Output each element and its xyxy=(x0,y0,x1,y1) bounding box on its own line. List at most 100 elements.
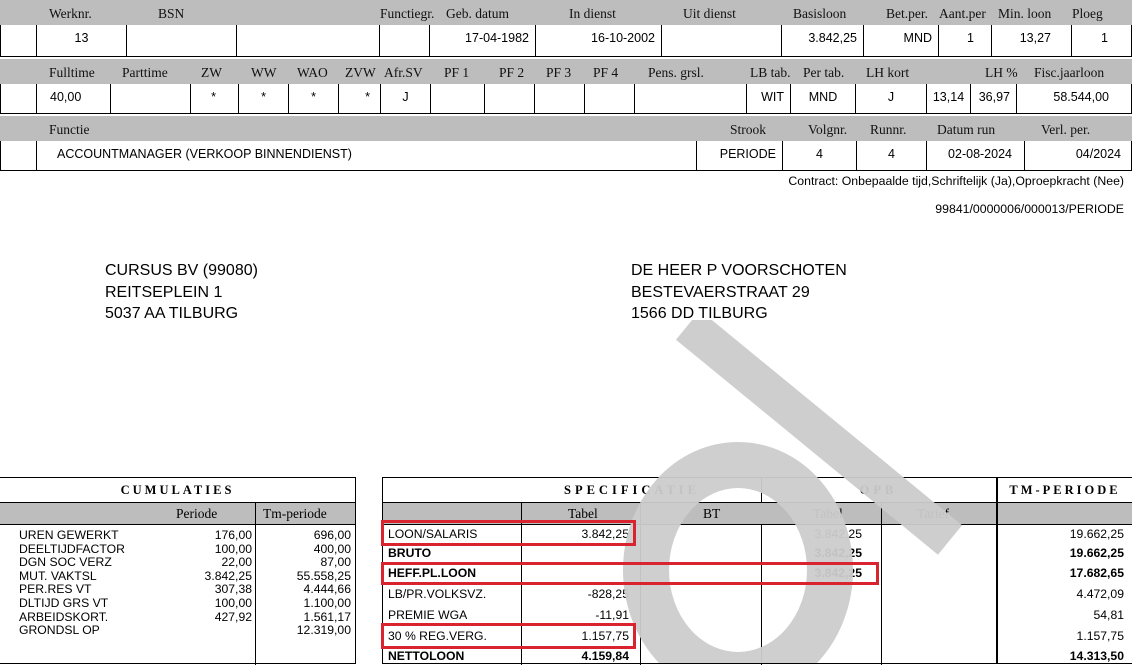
header-values-row-2: 40,00 * * * * J WIT MND J 13,14 36,97 58… xyxy=(0,84,1132,114)
label-functiegr: Functiegr. xyxy=(380,6,435,21)
label-volgnr: Volgnr. xyxy=(808,122,848,137)
label-per-tab: Per tab. xyxy=(803,65,845,80)
header-labels-row-3: Functie Strook Volgnr. Runnr. Datum run … xyxy=(0,116,1132,141)
cumulaties-periode: 427,92 xyxy=(214,609,252,624)
value-zvw: * xyxy=(338,84,380,114)
value-parttime xyxy=(110,84,190,114)
tm-periode-value: 4.472,09 xyxy=(1076,587,1124,601)
specificatie-label: PREMIE WGA xyxy=(388,608,468,622)
employee-street: BESTEVAERSTRAAT 29 xyxy=(631,283,810,301)
divider xyxy=(0,170,1132,171)
value-wao: * xyxy=(288,84,338,114)
label-ploeg: Ploeg xyxy=(1072,6,1103,21)
label-ww: WW xyxy=(251,65,277,80)
value-volgnr: 4 xyxy=(782,141,856,171)
value-afr-sv: J xyxy=(380,84,430,114)
value-functie: ACCOUNTMANAGER (VERKOOP BINNENDIENST) xyxy=(36,141,696,171)
divider xyxy=(0,113,1132,114)
label-bsn: BSN xyxy=(158,6,185,21)
label-verl-per: Verl. per. xyxy=(1041,122,1091,137)
label-runnr: Runnr. xyxy=(870,122,907,137)
tm-periode-value: 14.313,50 xyxy=(1069,649,1124,663)
value-basisloon: 3.842,25 xyxy=(781,25,863,57)
tm-periode-value: 1.157,75 xyxy=(1076,629,1124,643)
value-bsn xyxy=(126,25,236,57)
label-parttime: Parttime xyxy=(122,65,168,80)
label-aant-per: Aant.per xyxy=(939,6,986,21)
label-bet-per: Bet.per. xyxy=(886,6,928,21)
tm-periode-value: 17.682,65 xyxy=(1069,566,1124,580)
specificatie-label: NETTOLOON xyxy=(388,649,465,663)
highlight-heff-pl-loon xyxy=(381,562,879,585)
label-datum-run: Datum run xyxy=(937,122,996,137)
employer-city: 5037 AA TILBURG xyxy=(105,305,239,322)
value-lb-tab: WIT xyxy=(746,84,790,114)
value-werknr: 13 xyxy=(36,25,126,57)
employer-address: CURSUS BV (99080) REITSEPLEIN 1 5037 AA … xyxy=(105,260,258,325)
value-aant-per: 1 xyxy=(938,25,991,57)
tm-periode-title: TM-PERIODE xyxy=(1009,483,1121,497)
label-pf3: PF 3 xyxy=(546,65,572,80)
value-datum-run: 02-08-2024 xyxy=(926,141,1024,171)
label-fisc-jaarloon: Fisc.jaarloon xyxy=(1034,65,1105,80)
employer-street: REITSEPLEIN 1 xyxy=(105,283,223,301)
label-uit-dienst: Uit dienst xyxy=(683,6,736,21)
value-pf1 xyxy=(430,84,484,114)
contract-info: Contract: Onbepaalde tijd,Schriftelijk (… xyxy=(788,174,1124,188)
tm-periode-panel: TM-PERIODE 19.662,25 19.662,25 17.682,65 4.… xyxy=(997,477,1132,664)
header-labels-row-1: Werknr. BSN Functiegr. Geb. datum In die… xyxy=(0,0,1132,25)
tm-periode-header xyxy=(998,503,1132,524)
cumulaties-label: GRONDSL OP xyxy=(19,623,100,638)
value-fisc-jaarloon: 58.544,00 xyxy=(1016,84,1132,114)
tm-periode-value: 19.662,25 xyxy=(1069,527,1124,541)
specificatie-label: BRUTO xyxy=(388,546,432,560)
value-pens-grsl xyxy=(634,84,746,114)
value-uit-dienst xyxy=(661,25,781,57)
reference-number: 99841/0000006/000013/PERIODE xyxy=(935,202,1124,216)
cumulaties-header: Periode Tm-periode xyxy=(0,503,355,524)
label-pf4: PF 4 xyxy=(593,65,619,80)
label-wao: WAO xyxy=(297,65,328,80)
header-labels-row-2: Fulltime Parttime ZW WW WAO ZVW Afr.SV P… xyxy=(0,59,1132,84)
col-tm-periode: Tm-periode xyxy=(263,506,327,521)
value-pf3 xyxy=(534,84,584,114)
cumulaties-panel: CUMULATIES Periode Tm-periode UREN GEWER… xyxy=(0,477,356,665)
label-in-dienst: In dienst xyxy=(569,6,616,21)
value-strook: PERIODE xyxy=(696,141,782,171)
label-geb-datum: Geb. datum xyxy=(446,6,509,21)
divider xyxy=(0,56,1132,57)
highlight-loon-salaris xyxy=(381,520,636,546)
value-pf4 xyxy=(584,84,634,114)
label-pf1: PF 1 xyxy=(444,65,470,80)
label-werknr: Werknr. xyxy=(49,6,92,21)
label-lb-tab: LB tab. xyxy=(750,65,791,80)
header-values-row-1: 13 17-04-1982 16-10-2002 3.842,25 MND 1 … xyxy=(0,25,1132,57)
value-lh-pct: 36,97 xyxy=(970,84,1016,114)
value-per-tab: MND xyxy=(790,84,855,114)
highlight-30pct-reg-verg xyxy=(381,623,636,649)
cumulaties-title: CUMULATIES xyxy=(120,483,235,497)
value-lh-kort-pct: 13,14 xyxy=(926,84,970,114)
tm-periode-value: 54,81 xyxy=(1093,608,1125,622)
label-zvw: ZVW xyxy=(345,65,376,80)
value-bet-per: MND xyxy=(863,25,938,57)
employer-name: CURSUS BV (99080) xyxy=(105,262,258,279)
label-basisloon: Basisloon xyxy=(793,6,847,21)
label-afr-sv: Afr.SV xyxy=(384,65,423,80)
value-pf2 xyxy=(484,84,534,114)
value-fulltime: 40,00 xyxy=(36,84,110,114)
label-zw: ZW xyxy=(201,65,222,80)
col-periode: Periode xyxy=(176,506,218,521)
label-functie: Functie xyxy=(49,122,90,137)
employee-name: DE HEER P VOORSCHOTEN xyxy=(631,262,847,279)
label-pens-grsl: Pens. grsl. xyxy=(648,65,704,80)
label-strook: Strook xyxy=(730,122,767,137)
label-pf2: PF 2 xyxy=(499,65,525,80)
tm-periode-value: 19.662,25 xyxy=(1069,546,1124,560)
specificatie-label: LB/PR.VOLKSVZ. xyxy=(388,587,487,601)
value-verl-per: 04/2024 xyxy=(1024,141,1132,171)
label-fulltime: Fulltime xyxy=(49,65,95,80)
value-runnr: 4 xyxy=(856,141,926,171)
value-lh-kort: J xyxy=(855,84,926,114)
value-geb-datum: 17-04-1982 xyxy=(429,25,535,57)
